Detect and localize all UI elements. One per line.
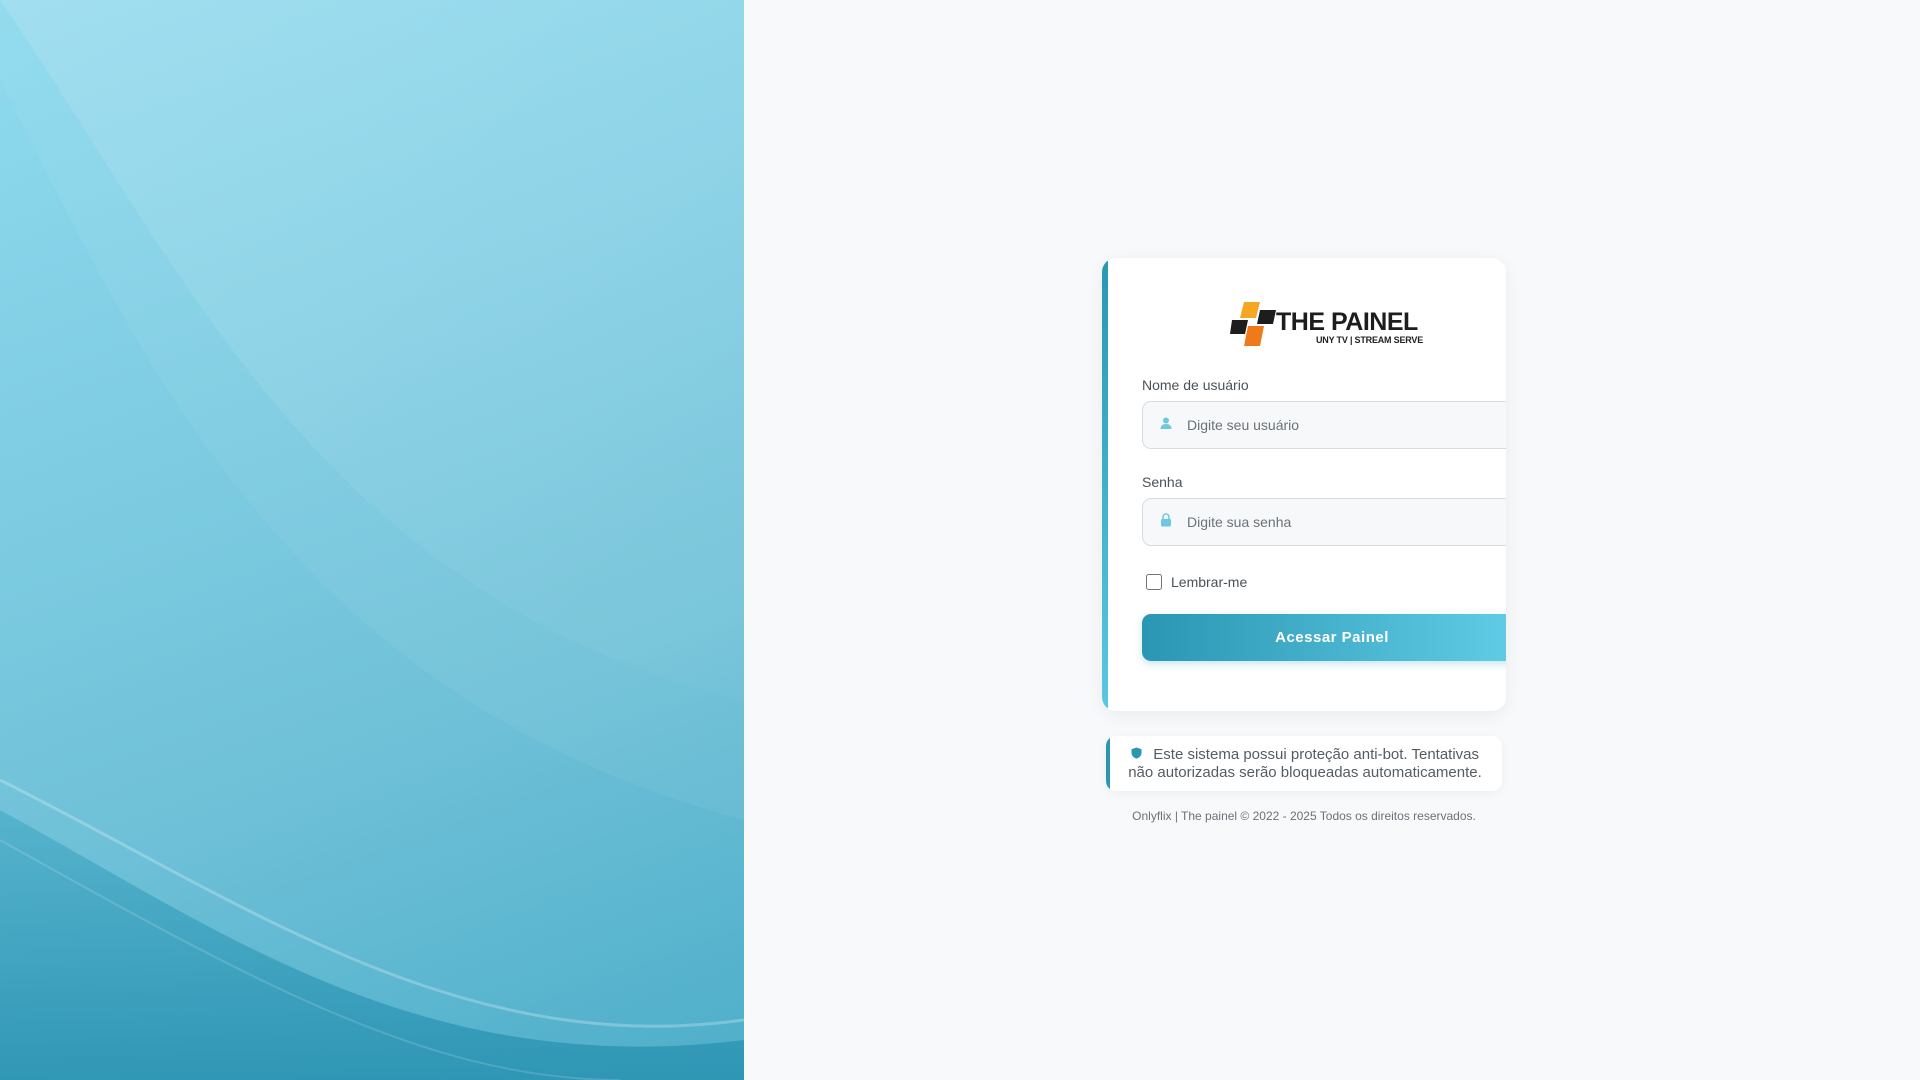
notice-accent-bar: [1106, 736, 1110, 791]
login-page: THE PAINEL UNY TV | STREAM SERVE Nome de…: [0, 0, 1920, 1080]
wave-background-graphic: [0, 0, 744, 1080]
decorative-side-panel: [0, 0, 744, 1080]
logo-mark-icon: [1230, 302, 1276, 346]
password-input[interactable]: [1187, 499, 1506, 545]
card-accent-bar: [1102, 258, 1108, 711]
brand-logo: THE PAINEL UNY TV | STREAM SERVE: [1230, 300, 1430, 348]
password-field: [1142, 498, 1506, 546]
login-area: THE PAINEL UNY TV | STREAM SERVE Nome de…: [744, 0, 1920, 1080]
user-icon-glyph: [1160, 417, 1172, 429]
login-card: THE PAINEL UNY TV | STREAM SERVE Nome de…: [1102, 258, 1506, 711]
username-field: [1142, 401, 1506, 449]
username-label: Nome de usuário: [1142, 377, 1249, 393]
password-label: Senha: [1142, 474, 1183, 490]
remember-me-checkbox[interactable]: [1146, 574, 1162, 590]
logo-subtitle: UNY TV | STREAM SERVE: [1316, 335, 1424, 345]
anti-bot-notice: Este sistema possui proteção anti-bot. T…: [1106, 736, 1502, 791]
remember-me-label[interactable]: Lembrar-me: [1171, 574, 1247, 590]
notice-text: Este sistema possui proteção anti-bot. T…: [1128, 746, 1482, 781]
logo-title: THE PAINEL: [1276, 308, 1418, 336]
shield-icon-glyph: [1131, 747, 1142, 759]
username-input[interactable]: [1187, 402, 1506, 448]
notice-text-block: Este sistema possui proteção anti-bot. T…: [1126, 746, 1484, 781]
lock-icon: [1157, 513, 1175, 531]
submit-button[interactable]: Acessar Painel: [1142, 614, 1506, 661]
footer-copyright: Onlyflix | The painel © 2022 - 2025 Todo…: [1132, 809, 1476, 823]
user-icon: [1157, 416, 1175, 434]
shield-icon: [1131, 747, 1145, 762]
remember-me-row: Lembrar-me: [1146, 574, 1247, 590]
lock-icon-glyph: [1161, 513, 1171, 527]
